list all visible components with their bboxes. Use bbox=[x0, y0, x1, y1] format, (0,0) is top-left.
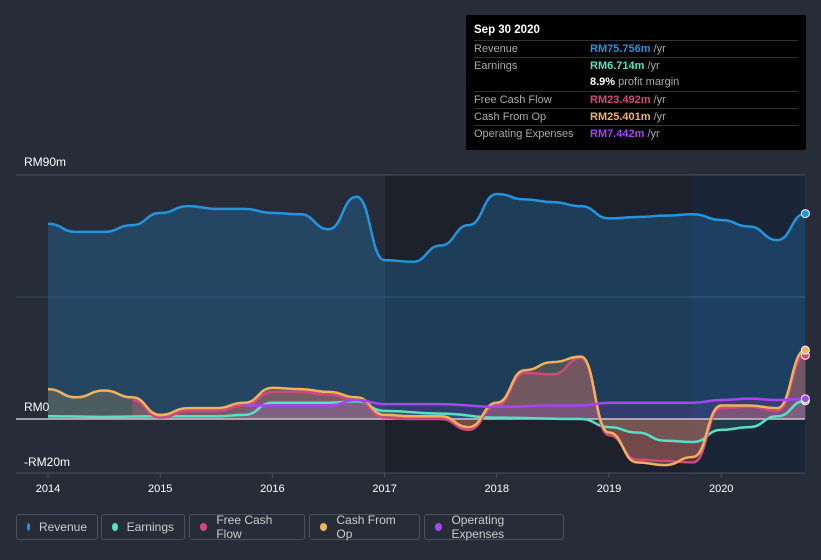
x-tick-label: 2020 bbox=[709, 483, 733, 495]
x-tick-label: 2014 bbox=[36, 483, 60, 495]
legend-label: Earnings bbox=[126, 520, 174, 534]
legend-dot-icon bbox=[200, 523, 208, 531]
legend-label: Revenue bbox=[38, 520, 87, 534]
y-tick-label: RM90m bbox=[24, 155, 67, 169]
legend-cash-from-op[interactable]: Cash From Op bbox=[309, 513, 420, 541]
legend-dot-icon bbox=[320, 523, 328, 531]
legend-free-cash-flow[interactable]: Free Cash Flow bbox=[189, 513, 305, 541]
legend-operating-expenses[interactable]: Operating Expenses bbox=[424, 513, 564, 541]
x-tick-label: 2017 bbox=[372, 483, 396, 495]
legend-label: Cash From Op bbox=[336, 513, 396, 541]
cash-from-op-end-point bbox=[800, 345, 810, 355]
chart-container: 2014 2015 2016 2017 2018 2019 2020 RM90m RM0 -… bbox=[0, 0, 821, 560]
x-tick-label: 2018 bbox=[485, 483, 509, 495]
tooltip: Sep 30 2020 Revenue RM75.756m /yr Earnings… bbox=[466, 15, 806, 150]
tooltip-row: Free Cash Flow RM23.492m /yr bbox=[474, 91, 798, 109]
tooltip-label: Free Cash Flow bbox=[474, 94, 552, 106]
tooltip-value: RM75.756m /yr bbox=[590, 43, 666, 55]
legend-label: Operating Expenses bbox=[451, 513, 505, 541]
legend-dot-icon bbox=[27, 523, 30, 531]
legend-dot-icon bbox=[435, 523, 443, 531]
tooltip-label: Earnings bbox=[474, 60, 518, 72]
tooltip-value: RM25.401m /yr bbox=[590, 111, 666, 123]
tooltip-value: RM6.714m /yr bbox=[590, 60, 660, 72]
legend-revenue[interactable]: Revenue bbox=[16, 514, 98, 540]
tooltip-date: Sep 30 2020 bbox=[474, 24, 540, 36]
revenue-end-point bbox=[800, 209, 810, 219]
tooltip-value: RM7.442m /yr bbox=[590, 128, 660, 140]
tooltip-label: Operating Expenses bbox=[474, 128, 574, 140]
legend-earnings[interactable]: Earnings bbox=[101, 514, 185, 540]
tooltip-label: Revenue bbox=[474, 43, 519, 55]
x-tick-label: 2016 bbox=[260, 483, 284, 495]
tooltip-value: 8.9% profit margin bbox=[590, 76, 680, 88]
tooltip-row: Cash From Op RM25.401m /yr bbox=[474, 108, 798, 126]
operating-expenses-end-point bbox=[800, 394, 810, 404]
legend-label: Free Cash Flow bbox=[216, 513, 273, 541]
tooltip-row: Earnings RM6.714m /yr bbox=[474, 57, 798, 75]
tooltip-row: Operating Expenses RM7.442m /yr bbox=[474, 125, 798, 143]
x-tick-label: 2019 bbox=[597, 483, 621, 495]
x-tick-label: 2015 bbox=[148, 483, 172, 495]
tooltip-row: 8.9% profit margin bbox=[474, 74, 798, 91]
legend-dot-icon bbox=[112, 523, 118, 531]
tooltip-value: RM23.492m /yr bbox=[590, 94, 666, 106]
y-tick-label: -RM20m bbox=[24, 455, 71, 469]
tooltip-row: Revenue RM75.756m /yr bbox=[474, 40, 798, 58]
tooltip-label: Cash From Op bbox=[474, 111, 547, 123]
y-tick-label: RM0 bbox=[24, 400, 50, 414]
